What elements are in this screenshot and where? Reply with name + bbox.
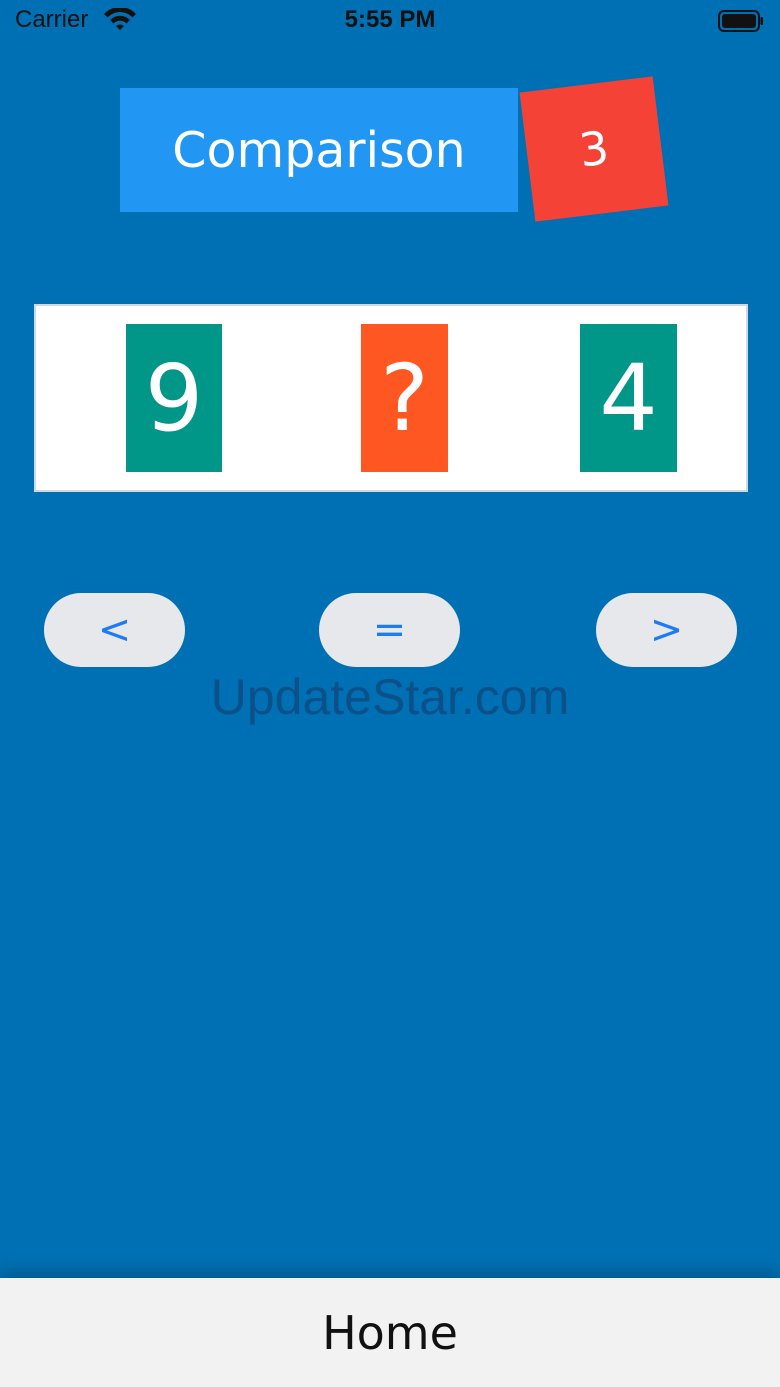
less-than-button[interactable]: < xyxy=(44,593,185,667)
watermark: UpdateStar.com xyxy=(210,669,570,725)
clock-time: 5:55 PM xyxy=(344,6,436,33)
left-number-card: 9 xyxy=(126,324,222,472)
greater-than-button[interactable]: > xyxy=(596,593,737,667)
equal-button[interactable]: = xyxy=(319,593,460,667)
home-bar[interactable]: Home xyxy=(0,1278,780,1387)
cards-panel: 9 ? 4 xyxy=(34,304,748,492)
battery-icon xyxy=(718,10,763,32)
score-badge: 3 xyxy=(519,76,669,222)
unknown-operator-card: ? xyxy=(361,324,448,472)
status-bar: Carrier 5:55 PM xyxy=(0,0,780,44)
page-title: Comparison xyxy=(120,88,518,212)
right-number-card: 4 xyxy=(580,324,677,472)
home-button-label[interactable]: Home xyxy=(322,1306,458,1360)
